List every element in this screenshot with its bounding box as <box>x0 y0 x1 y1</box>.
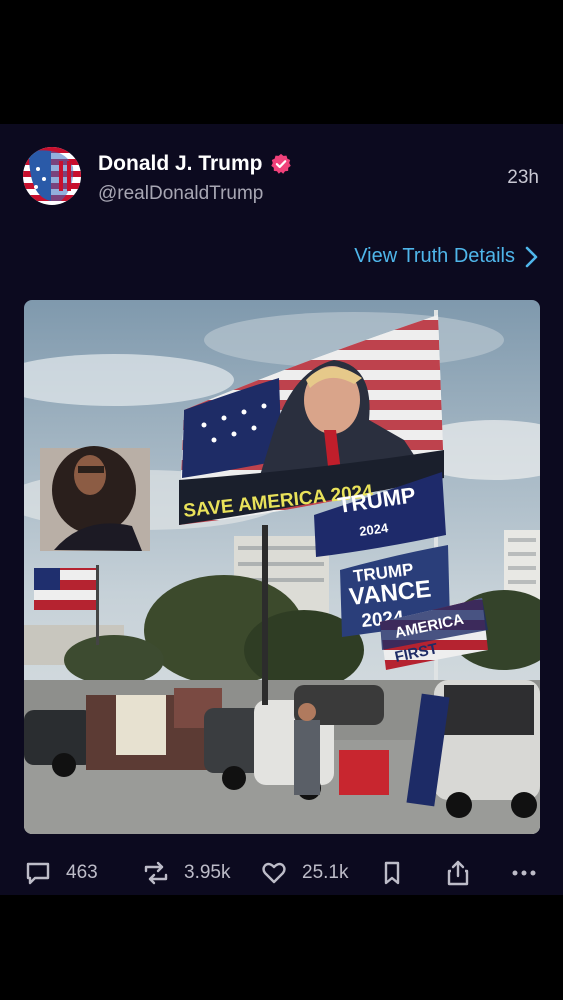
retruth-icon <box>144 861 168 885</box>
post-image[interactable]: SAVE AMERICA 2024 TRUMP 2024 TRUMP VANCE… <box>24 300 540 834</box>
bookmark-button[interactable] <box>378 858 406 888</box>
verified-badge-icon <box>270 153 291 174</box>
bookmark-icon <box>384 861 400 885</box>
like-count: 25.1k <box>302 862 349 883</box>
avatar-image <box>23 147 81 205</box>
author-handle[interactable]: @realDonaldTrump <box>98 183 263 205</box>
bottom-black-bar <box>0 895 563 1000</box>
retruth-button[interactable]: 3.95k <box>142 858 230 888</box>
view-truth-details-link[interactable]: View Truth Details <box>354 245 539 268</box>
share-icon <box>447 860 469 886</box>
share-button[interactable] <box>444 858 472 888</box>
post-actions-bar: 463 3.95k 25.1k <box>24 858 540 888</box>
author-avatar[interactable] <box>23 147 81 205</box>
heart-icon <box>262 862 286 884</box>
like-button[interactable]: 25.1k <box>260 858 348 888</box>
post-photo: SAVE AMERICA 2024 TRUMP 2024 TRUMP VANCE… <box>24 300 540 834</box>
post-timestamp: 23h <box>507 167 539 188</box>
retruth-count: 3.95k <box>184 862 231 883</box>
reply-count: 463 <box>66 862 98 883</box>
comment-icon <box>26 862 50 885</box>
chevron-right-icon <box>525 246 538 267</box>
author-display-name[interactable]: Donald J. Trump <box>98 152 263 176</box>
more-button[interactable] <box>510 858 538 888</box>
reply-button[interactable]: 463 <box>24 858 98 888</box>
view-truth-details-label: View Truth Details <box>354 245 515 267</box>
top-black-bar <box>0 0 563 124</box>
more-icon <box>512 870 536 876</box>
author-name-row[interactable]: Donald J. Trump <box>98 152 292 176</box>
